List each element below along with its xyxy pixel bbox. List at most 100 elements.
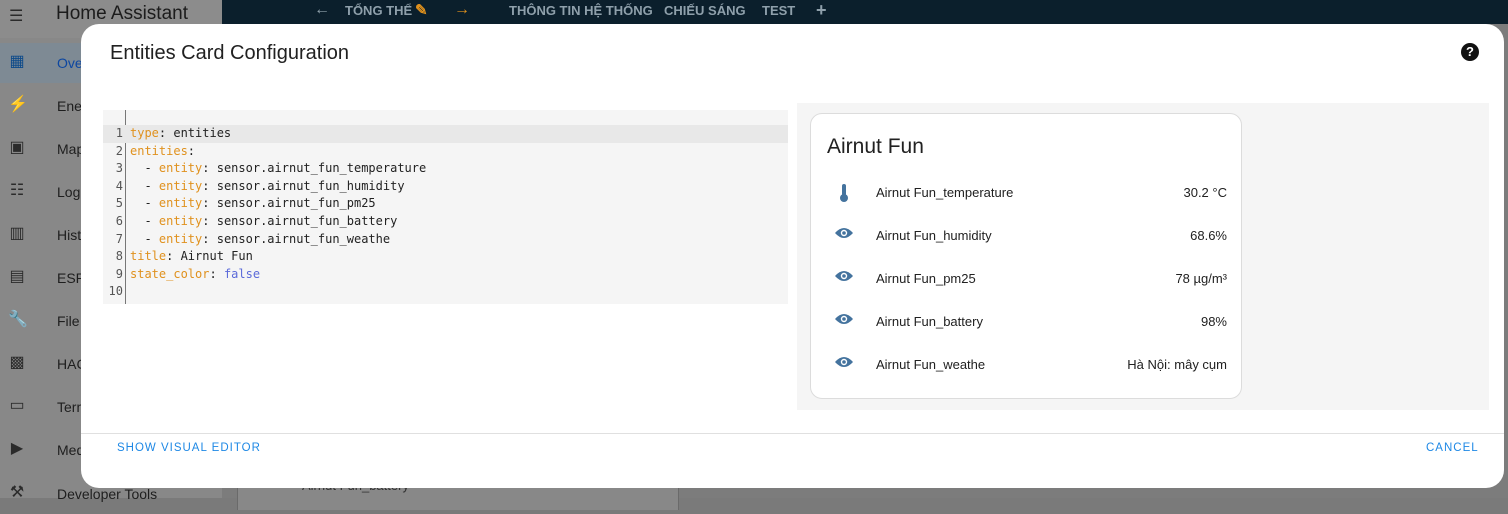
code-line[interactable]: 6 - entity: sensor.airnut_fun_battery [103, 213, 788, 231]
map-icon: ▣ [9, 139, 25, 156]
card-title: Airnut Fun [827, 135, 924, 158]
entity-state: 98% [1200, 314, 1227, 329]
dialog-divider [81, 433, 1504, 434]
yaml-key: entity [158, 214, 203, 228]
code-text: type: entities [130, 126, 231, 140]
yaml-separator: : [209, 266, 224, 281]
yaml-separator: : [158, 126, 174, 140]
entity-name: Airnut Fun_battery [876, 314, 983, 329]
eye-icon [833, 269, 855, 289]
code-line[interactable]: 3 - entity: sensor.airnut_fun_temperatur… [103, 160, 788, 178]
code-text: state_color: false [130, 267, 260, 281]
chart-icon: ▥ [9, 225, 25, 242]
add-icon[interactable]: + [816, 0, 827, 21]
code-line[interactable]: 9 state_color: false [103, 266, 788, 284]
entity-name: Airnut Fun_humidity [876, 228, 992, 243]
yaml-indent: - [130, 196, 159, 211]
code-text: title: Airnut Fun [130, 249, 253, 263]
sidebar-item-label: Developer Tools [57, 486, 158, 502]
yaml-code-editor[interactable]: 1 type: entities 2 entities: 3 - entity: sen… [103, 110, 788, 304]
entity-name: Airnut Fun_weathe [876, 357, 986, 372]
thermometer-icon [833, 183, 855, 203]
entity-row-humidity[interactable]: Airnut Fun_humidity 68.6% [811, 216, 1241, 256]
eye-icon [833, 226, 855, 246]
code-line[interactable]: 10 [103, 283, 788, 301]
code-line[interactable]: 2 entities: [103, 143, 788, 161]
line-number: 3 [115, 161, 123, 176]
yaml-key: entity [158, 161, 203, 176]
menu-icon[interactable]: ☰ [9, 6, 23, 26]
yaml-value: Airnut Fun [180, 249, 253, 264]
code-text: - entity: sensor.airnut_fun_humidity [130, 178, 405, 193]
yaml-key: entities [130, 143, 188, 158]
entity-row-weather[interactable]: Airnut Fun_weathe Hà Nội: mây cụm [811, 345, 1241, 385]
line-number: 5 [115, 196, 123, 211]
card-preview-panel: Airnut Fun Airnut Fun_temperature 30.2 °… [797, 103, 1489, 410]
code-line[interactable]: 8 title: Airnut Fun [103, 248, 788, 266]
tab-chieu-sang[interactable]: CHIẾU SÁNG [664, 3, 746, 18]
code-line[interactable]: 4 - entity: sensor.airnut_fun_humidity [103, 178, 788, 196]
chip-icon: ▤ [9, 268, 25, 285]
entity-row-temperature[interactable]: Airnut Fun_temperature 30.2 °C [811, 173, 1241, 213]
yaml-separator: : [202, 196, 217, 211]
yaml-value: sensor.airnut_fun_battery [216, 214, 398, 228]
line-number: 7 [115, 231, 123, 246]
lightning-icon: ⚡ [8, 96, 28, 113]
yaml-separator: : [187, 143, 196, 158]
code-text: - entity: sensor.airnut_fun_pm25 [130, 196, 376, 211]
entity-name: Airnut Fun_temperature [876, 185, 1014, 200]
tab-tong-the[interactable]: TỔNG THỂ [345, 3, 412, 18]
top-bar: ← TỔNG THỂ ✎ → THÔNG TIN HỆ THỐNG CHIẾU … [222, 0, 1508, 24]
hammer-icon: ⚒ [9, 484, 25, 501]
entities-card: Airnut Fun Airnut Fun_temperature 30.2 °… [810, 113, 1242, 399]
entity-row-pm25[interactable]: Airnut Fun_pm25 78 µg/m³ [811, 259, 1241, 299]
line-number: 10 [108, 284, 123, 299]
yaml-indent: - [130, 214, 159, 228]
yaml-indent: - [130, 161, 159, 176]
yaml-indent: - [130, 231, 159, 246]
tab-test[interactable]: TEST [762, 3, 795, 18]
code-line[interactable]: 5 - entity: sensor.airnut_fun_pm25 [103, 195, 788, 213]
entity-row-battery[interactable]: Airnut Fun_battery 98% [811, 302, 1241, 342]
app-title: Home Assistant [56, 3, 188, 24]
line-number: 9 [115, 266, 123, 281]
yaml-separator: : [202, 178, 217, 193]
entity-state: 78 µg/m³ [1175, 271, 1227, 286]
terminal-icon: ▭ [9, 397, 25, 414]
yaml-value: entities [173, 126, 232, 140]
eye-icon [833, 355, 855, 375]
entity-state: Hà Nội: mây cụm [1127, 357, 1227, 372]
list-icon: ☷ [9, 182, 25, 199]
code-text: entities: [130, 144, 195, 158]
media-icon: ▶ [10, 440, 24, 457]
code-text: - entity: sensor.airnut_fun_temperature [130, 161, 426, 175]
yaml-key: state_color [130, 266, 210, 281]
eye-icon [833, 312, 855, 332]
yaml-value: sensor.airnut_fun_temperature [216, 161, 427, 176]
entity-state: 30.2 °C [1183, 185, 1227, 200]
dialog-title: Entities Card Configuration [110, 42, 350, 64]
yaml-separator: : [202, 214, 217, 228]
yaml-value: sensor.airnut_fun_pm25 [216, 196, 376, 211]
arrow-left-icon[interactable]: ← [314, 1, 330, 19]
tab-thong-tin-he-thong[interactable]: THÔNG TIN HỆ THỐNG [509, 3, 653, 18]
entity-name: Airnut Fun_pm25 [876, 271, 976, 286]
code-line[interactable]: 1 type: entities [103, 125, 788, 143]
entity-state: 68.6% [1190, 228, 1227, 243]
arrow-right-icon[interactable]: → [454, 1, 470, 19]
code-line[interactable]: 7 - entity: sensor.airnut_fun_weathe [103, 231, 788, 249]
show-visual-editor-button[interactable]: SHOW VISUAL EDITOR [117, 442, 261, 454]
cancel-button[interactable]: CANCEL [1426, 442, 1479, 454]
yaml-key: entity [158, 196, 203, 211]
yaml-separator: : [166, 249, 181, 264]
code-text: - entity: sensor.airnut_fun_battery [130, 214, 397, 228]
pencil-icon[interactable]: ✎ [415, 1, 428, 19]
entities-card-config-dialog: Entities Card Configuration ? 1 type: ent… [81, 24, 1504, 488]
hacs-icon: ▩ [9, 354, 25, 371]
yaml-indent: - [130, 178, 159, 193]
yaml-value: sensor.airnut_fun_humidity [216, 178, 405, 193]
yaml-key: type [130, 126, 159, 140]
yaml-key: title [130, 249, 167, 264]
help-circle-icon[interactable]: ? [1461, 43, 1479, 61]
code-text: - entity: sensor.airnut_fun_weathe [130, 232, 390, 246]
